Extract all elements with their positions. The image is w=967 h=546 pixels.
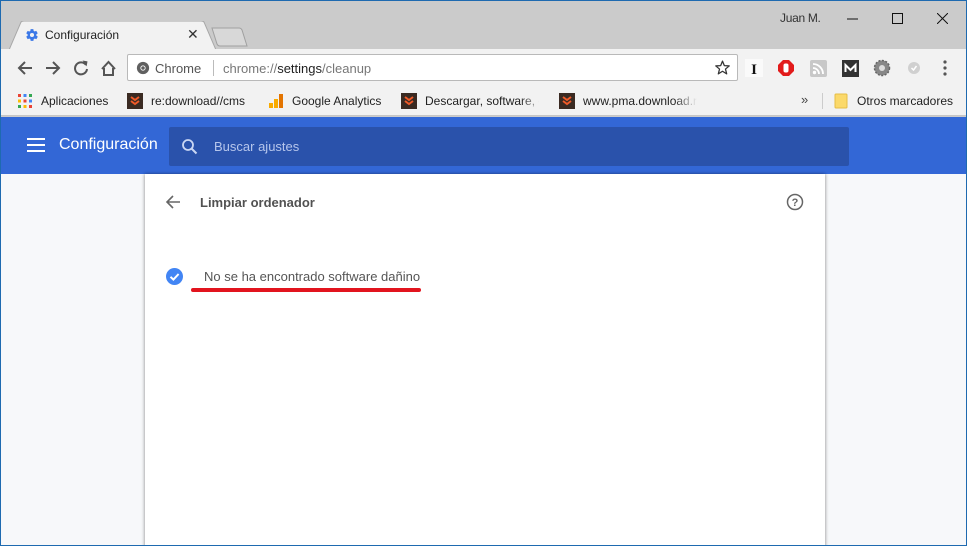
bookmark-label: www.pma.download.r [583, 94, 697, 108]
bookmarks-overflow-button[interactable]: » [801, 92, 808, 107]
menu-icon[interactable] [27, 138, 45, 152]
other-bookmarks-folder[interactable]: Otros marcadores [833, 92, 953, 110]
bookmark-label: re:download//cms [151, 94, 246, 108]
more-vert-icon [943, 60, 947, 76]
gear-icon [26, 29, 38, 41]
rss-icon [809, 59, 827, 77]
search-icon [182, 139, 198, 155]
bookmark-google-analytics[interactable]: Google Analytics [268, 92, 381, 110]
maximize-button[interactable] [874, 5, 920, 31]
settings-content: Limpiar ordenador ? No se ha encontrado … [1, 174, 966, 545]
close-icon [936, 12, 948, 24]
cleanup-card: Limpiar ordenador ? No se ha encontrado … [145, 174, 825, 545]
arrow-left-icon [17, 61, 32, 75]
home-icon [100, 60, 116, 76]
url-path: /cleanup [322, 61, 372, 76]
new-tab-button[interactable] [211, 27, 249, 47]
omnibox-divider [213, 60, 214, 76]
red-underline-annotation [191, 288, 421, 292]
url-host: settings [277, 61, 322, 76]
bookmarks-divider [822, 93, 823, 109]
adblock-extension[interactable] [777, 59, 795, 77]
tab-close-icon[interactable]: ✕ [187, 26, 199, 42]
download-site-icon [127, 93, 143, 109]
minimize-icon [846, 18, 858, 19]
bookmark-apps[interactable]: Aplicaciones [17, 92, 108, 110]
gear-extension-icon [873, 59, 891, 77]
reload-button[interactable] [70, 57, 92, 79]
download-site-icon [559, 93, 575, 109]
mega-icon [841, 59, 859, 77]
svg-text:?: ? [792, 197, 799, 209]
download-site-icon [401, 93, 417, 109]
folder-icon [834, 93, 848, 109]
bookmark-label: Otros marcadores [857, 94, 954, 108]
analytics-icon [269, 94, 283, 108]
mega-extension[interactable] [841, 59, 859, 77]
bookmark-label: Google Analytics [292, 94, 382, 108]
bookmark-pma-download[interactable]: www.pma.download.r [559, 92, 697, 110]
arrow-right-icon [46, 61, 61, 75]
forward-button[interactable] [42, 57, 64, 79]
address-bar[interactable]: Chrome chrome://settings/cleanup [127, 54, 738, 81]
tab-title: Configuración [45, 28, 120, 42]
scan-status-text: No se ha encontrado software dañino [204, 269, 421, 284]
bookmark-descargar-software[interactable]: Descargar, software, c [401, 92, 539, 110]
title-bar: Configuración ✕ Juan M. [1, 1, 966, 50]
adblock-icon [778, 60, 794, 76]
settings-header: Configuración Buscar ajustes [1, 117, 966, 174]
search-settings-input[interactable]: Buscar ajustes [169, 127, 849, 166]
profile-name[interactable]: Juan M. [780, 11, 821, 25]
back-button[interactable] [14, 57, 36, 79]
back-arrow-icon[interactable] [164, 193, 182, 211]
chrome-menu-button[interactable] [936, 59, 954, 77]
search-placeholder: Buscar ajustes [214, 139, 300, 154]
rss-extension[interactable] [809, 59, 827, 77]
shield-extension[interactable] [905, 59, 923, 77]
url-text[interactable]: chrome://settings/cleanup [223, 61, 371, 76]
bookmark-redownload-cms[interactable]: re:download//cms [127, 92, 245, 110]
reload-icon [74, 60, 88, 76]
instapaper-extension[interactable]: I [745, 59, 763, 77]
home-button[interactable] [97, 57, 119, 79]
url-scheme: chrome:// [223, 61, 278, 76]
close-window-button[interactable] [919, 5, 965, 31]
browser-window: Configuración ✕ Juan M. Chrome chrome://… [0, 0, 967, 546]
apps-grid-icon [18, 94, 32, 108]
tab-settings[interactable]: Configuración ✕ [9, 21, 217, 50]
maximize-icon [891, 12, 903, 24]
bookmark-label: Descargar, software, c [425, 94, 539, 108]
minimize-button[interactable] [829, 5, 875, 31]
page-title: Limpiar ordenador [200, 195, 315, 210]
browser-toolbar: Chrome chrome://settings/cleanup I [1, 49, 966, 86]
check-circle-icon [166, 268, 183, 285]
site-chip: Chrome [155, 61, 202, 76]
bookmark-label: Aplicaciones [41, 94, 109, 108]
chrome-icon [136, 61, 150, 75]
shield-extension-icon [908, 62, 920, 74]
settings-extension[interactable] [873, 59, 891, 77]
bookmark-star-icon[interactable] [714, 59, 731, 76]
svg-text:I: I [751, 62, 757, 77]
settings-title: Configuración [59, 136, 158, 153]
help-icon[interactable]: ? [786, 193, 804, 211]
instapaper-icon: I [745, 59, 763, 77]
